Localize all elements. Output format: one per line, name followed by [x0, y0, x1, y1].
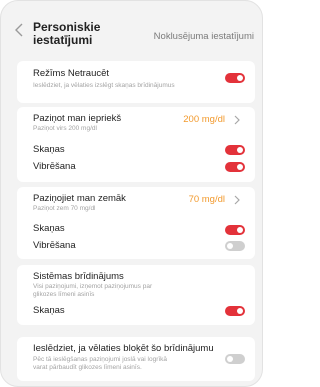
- system-alert-card: Sistēmas brīdinājums Visi paziņojumi, iz…: [17, 265, 255, 325]
- system-alert-sound-label: Skaņas: [33, 305, 65, 316]
- block-alert-toggle[interactable]: [225, 354, 245, 364]
- do-not-disturb-description: Ieslēdziet, ja vēlaties izslēgt skaņas b…: [33, 82, 175, 89]
- page-title: Personiskie iestatījumi: [33, 20, 101, 47]
- chevron-right-icon[interactable]: [233, 115, 241, 125]
- high-alert-vibration-toggle[interactable]: [225, 162, 245, 172]
- low-alert-vibration-label: Vibrēšana: [33, 240, 76, 251]
- block-alert-sub-line1: Pēc tā ieslēgšanas paziņojumi joslā vai …: [33, 356, 168, 363]
- do-not-disturb-card: Režīms Netraucēt Ieslēdziet, ja vēlaties…: [17, 61, 255, 103]
- do-not-disturb-toggle[interactable]: [225, 73, 245, 83]
- low-alert-label[interactable]: Paziņojiet man zemāk: [33, 193, 126, 204]
- header: Personiskie iestatījumi Noklusējuma iest…: [1, 1, 262, 57]
- low-alert-sound-label: Skaņas: [33, 223, 65, 234]
- system-alert-sub-line2: glikozes līmeni asinīs: [33, 291, 95, 298]
- low-alert-vibration-toggle[interactable]: [225, 241, 245, 251]
- low-alert-card: Paziņojiet man zemāk Paziņot zem 70 mg/d…: [17, 187, 255, 259]
- system-alert-sound-toggle[interactable]: [225, 306, 245, 316]
- low-alert-sound-toggle[interactable]: [225, 225, 245, 235]
- high-alert-label[interactable]: Paziņot man iepriekš: [33, 113, 121, 124]
- high-alert-sound-toggle[interactable]: [225, 145, 245, 155]
- high-alert-sound-label: Skaņas: [33, 144, 65, 155]
- high-alert-value[interactable]: 200 mg/dl: [183, 114, 225, 125]
- low-alert-sub: Paziņot zem 70 mg/dl: [33, 205, 96, 212]
- chevron-right-icon[interactable]: [233, 195, 241, 205]
- block-alert-sub-line2: varat pārbaudīt glikozes līmeni asinīs.: [33, 364, 142, 371]
- system-alert-label: Sistēmas brīdinājums: [33, 271, 124, 282]
- default-settings-link[interactable]: Noklusējuma iestatījumi: [154, 31, 254, 42]
- do-not-disturb-label: Režīms Netraucēt: [33, 68, 110, 79]
- block-alert-card: Ieslēdziet, ja vēlaties bloķēt šo brīdin…: [17, 337, 255, 381]
- high-alert-sub: Paziņot virs 200 mg/dl: [33, 125, 97, 132]
- system-alert-sub-line1: Visi paziņojumi, izņemot paziņojumus par: [33, 283, 153, 290]
- low-alert-value[interactable]: 70 mg/dl: [189, 194, 225, 205]
- settings-screen: Personiskie iestatījumi Noklusējuma iest…: [0, 0, 263, 387]
- high-alert-vibration-label: Vibrēšana: [33, 161, 76, 172]
- block-alert-label: Ieslēdziet, ja vēlaties bloķēt šo brīdin…: [33, 343, 214, 354]
- chevron-left-icon[interactable]: [14, 23, 24, 37]
- high-alert-card: Paziņot man iepriekš Paziņot virs 200 mg…: [17, 107, 255, 182]
